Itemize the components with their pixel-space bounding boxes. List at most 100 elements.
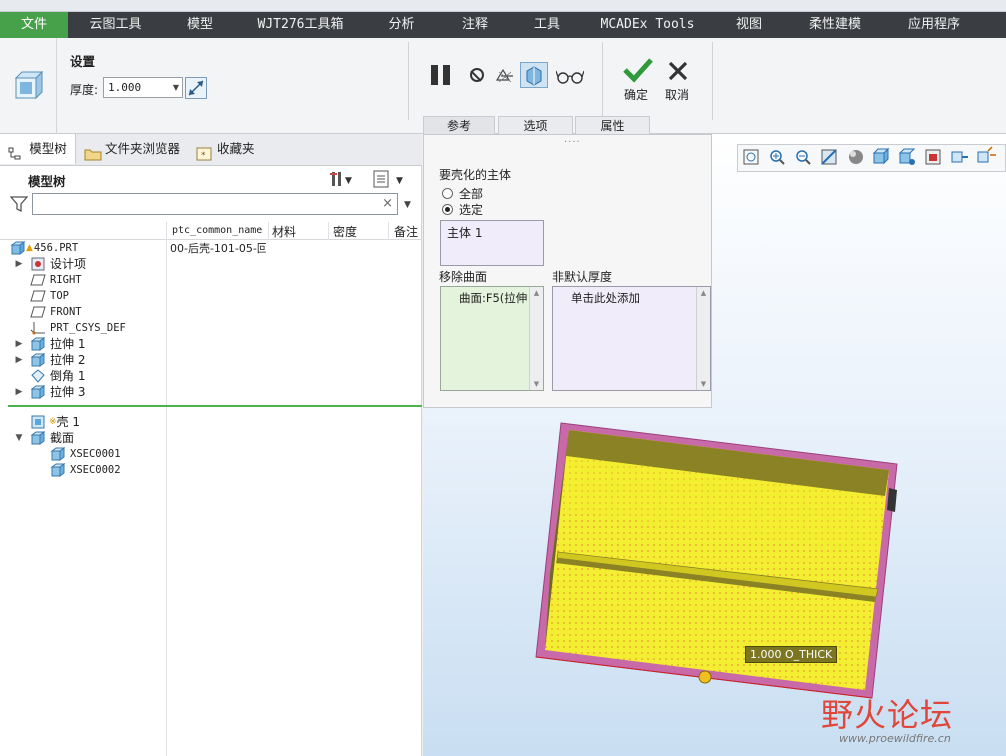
tab-options[interactable]: 选项	[498, 116, 573, 135]
column-common-name[interactable]: ptc_common_name	[172, 225, 262, 236]
svg-text:▼: ▼	[345, 176, 352, 186]
non-default-thickness-collector[interactable]: 单击此处添加 ▲ ▼	[552, 286, 711, 391]
collapse-icon[interactable]: ▼	[14, 430, 24, 446]
tree-item-right[interactable]: RIGHT	[30, 272, 82, 288]
radio-selected-button[interactable]	[442, 204, 453, 215]
insert-indicator[interactable]	[8, 405, 422, 407]
chamfer-icon	[30, 369, 46, 383]
column-divider	[166, 222, 167, 756]
tree-item-top[interactable]: TOP	[30, 288, 69, 304]
tab-folder-browser[interactable]: 文件夹浏览器	[84, 134, 180, 164]
tree-item-extrude-1[interactable]: ▶ 拉伸 1	[14, 336, 85, 352]
tree-item-front[interactable]: FRONT	[30, 304, 82, 320]
menu-bar: 文件 云图工具 模型 WJT276工具箱 分析 注释 工具 MCADEx Too…	[0, 12, 1006, 38]
cancel-button[interactable]: 取消	[665, 86, 689, 103]
shell-feature-icon	[12, 68, 46, 102]
tree-item-shell-1[interactable]: ※ 壳 1	[30, 414, 80, 430]
root-common-name: 00-后壳-101-05-回	[170, 242, 266, 255]
tree-item-extrude-3[interactable]: ▶ 拉伸 3	[14, 384, 85, 400]
radio-selected[interactable]: 选定	[442, 201, 483, 218]
warning-icon: ▲	[26, 243, 33, 253]
tab-properties[interactable]: 属性	[575, 116, 650, 135]
watermark-url: www.proewildfire.cn	[839, 732, 951, 745]
scrollbar[interactable]: ▲ ▼	[529, 287, 543, 390]
xsec-icon	[50, 447, 66, 461]
shell-icon	[30, 415, 46, 429]
menu-view[interactable]: 视图	[712, 12, 786, 38]
tree-search-input[interactable]: ×	[32, 193, 398, 215]
removed-surface-item[interactable]: 曲面:F5(拉伸	[459, 290, 527, 306]
model-tree-icon	[8, 142, 24, 160]
ribbon: 设置 厚度: 1.000 ▼ 确定 取消 参考 选项 属性	[0, 38, 1006, 135]
extrude-icon	[30, 337, 46, 351]
column-divider	[268, 222, 269, 240]
clear-icon[interactable]: ×	[382, 196, 393, 211]
confirm-check-icon[interactable]	[622, 56, 654, 84]
remove-surfaces-title: 移除曲面	[439, 270, 488, 284]
tree-show-icon[interactable]: ▼	[372, 170, 408, 188]
thickness-dimension-label[interactable]: 1.000 O_THICK	[745, 646, 838, 663]
title-strip	[0, 0, 1006, 12]
scrollbar[interactable]: ▲ ▼	[696, 287, 710, 390]
no-preview-icon[interactable]	[470, 68, 484, 82]
tree-item-extrude-2[interactable]: ▶ 拉伸 2	[14, 352, 85, 368]
radio-all[interactable]: 全部	[442, 185, 483, 202]
search-dropdown-icon[interactable]: ▼	[404, 200, 411, 210]
column-divider	[328, 222, 329, 240]
expand-icon[interactable]: ▶	[14, 384, 24, 400]
thickness-value: 1.000	[108, 81, 142, 94]
tree-item-xsec0001[interactable]: XSEC0001	[50, 446, 121, 462]
body-item[interactable]: 主体 1	[447, 224, 482, 241]
tree-settings-icon[interactable]: ▼	[330, 170, 354, 188]
menu-wjt-toolbox[interactable]: WJT276工具箱	[237, 12, 364, 38]
radio-all-button[interactable]	[442, 188, 453, 199]
panel-grip-icon[interactable]: ····	[564, 137, 581, 148]
model-tree-title: 模型树	[28, 174, 66, 189]
tab-model-tree[interactable]: 模型树	[0, 134, 76, 164]
thickness-input[interactable]: 1.000 ▼	[103, 77, 183, 98]
filter-icon[interactable]	[9, 196, 29, 213]
tree-item-chamfer-1[interactable]: 倒角 1	[30, 368, 85, 384]
menu-file[interactable]: 文件	[0, 12, 68, 38]
menu-flexible-modeling[interactable]: 柔性建模	[786, 12, 884, 38]
menu-analysis[interactable]: 分析	[364, 12, 439, 38]
menu-applications[interactable]: 应用程序	[884, 12, 984, 38]
column-divider	[388, 222, 389, 240]
feature-preview-icon[interactable]	[495, 66, 515, 86]
favorites-icon: *	[196, 142, 212, 161]
csys-icon	[30, 321, 46, 335]
menu-mcadex-tools[interactable]: MCADEx Tools	[583, 12, 712, 38]
cancel-x-icon[interactable]	[667, 60, 689, 82]
tab-references[interactable]: 参考	[423, 116, 495, 135]
tree-item-xsec0002[interactable]: XSEC0002	[50, 462, 121, 478]
tree-root[interactable]: ▲ 456.PRT	[10, 240, 78, 256]
column-material[interactable]: 材料	[272, 223, 296, 240]
click-to-add-hint[interactable]: 单击此处添加	[571, 290, 640, 306]
tab-favorites[interactable]: * 收藏夹	[196, 134, 255, 164]
glasses-icon[interactable]	[555, 68, 585, 84]
expand-icon[interactable]: ▶	[14, 336, 24, 352]
flip-direction-icon[interactable]	[185, 77, 207, 99]
dropdown-arrow-icon[interactable]: ▼	[173, 83, 179, 92]
expand-icon[interactable]: ▶	[14, 352, 24, 368]
pause-icon[interactable]	[430, 64, 454, 86]
watermark-logo: 野火论坛	[821, 696, 954, 734]
datum-plane-icon	[30, 273, 46, 287]
tree-item-csys[interactable]: PRT_CSYS_DEF	[30, 320, 126, 336]
body-collector[interactable]: 主体 1	[440, 220, 544, 266]
remove-surfaces-collector[interactable]: 曲面:F5(拉伸 ▲ ▼	[440, 286, 544, 391]
tree-item-design-items[interactable]: ▶ 设计项	[14, 256, 86, 272]
verify-icon[interactable]	[520, 62, 548, 88]
column-notes[interactable]: 备注	[394, 223, 418, 240]
menu-model[interactable]: 模型	[163, 12, 237, 38]
expand-icon[interactable]: ▶	[14, 256, 24, 272]
menu-tools[interactable]: 工具	[511, 12, 583, 38]
column-density[interactable]: 密度	[333, 223, 357, 240]
extrude-icon	[30, 385, 46, 399]
menu-annotate[interactable]: 注释	[439, 12, 511, 38]
menu-cloud-tools[interactable]: 云图工具	[68, 12, 163, 38]
confirm-button[interactable]: 确定	[624, 86, 648, 103]
section-icon	[30, 431, 46, 445]
tree-item-sections[interactable]: ▼ 截面	[14, 430, 74, 446]
thickness-label: 厚度:	[70, 83, 99, 97]
